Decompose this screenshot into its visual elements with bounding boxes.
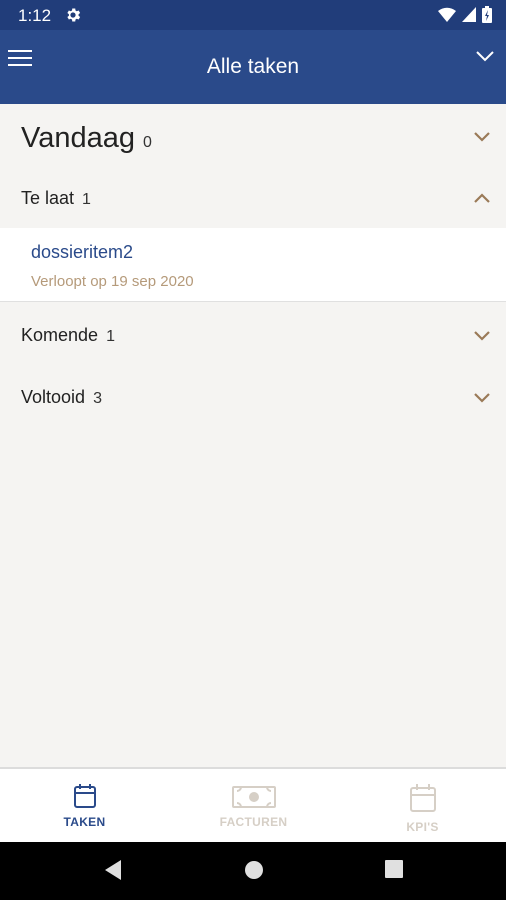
section-today-count: 0 [142, 134, 152, 151]
section-overdue[interactable]: Te laat 1 [0, 168, 506, 228]
nav-tab-taken-label: TAKEN [63, 815, 106, 829]
status-bar: 1:12 [0, 0, 506, 30]
nav-tab-kpis-label: KPI'S [406, 820, 439, 834]
section-today-title: Vandaag 0 [21, 122, 152, 154]
battery-icon [482, 6, 492, 23]
chevron-down-icon [474, 331, 490, 341]
signal-icon [462, 7, 476, 22]
bottom-navigation: TAKEN FACTUREN KPI'S [0, 767, 506, 842]
app-bar: Alle taken [0, 30, 506, 104]
section-overdue-title: Te laat 1 [21, 188, 91, 208]
wifi-icon [438, 7, 456, 22]
banknote-icon [231, 786, 276, 808]
home-icon[interactable] [243, 859, 265, 881]
calendar-icon [409, 784, 436, 812]
nav-tab-facturen-label: FACTUREN [219, 815, 288, 829]
section-today[interactable]: Vandaag 0 [0, 104, 506, 168]
chevron-up-icon [474, 193, 490, 203]
chevron-down-icon [474, 132, 490, 142]
section-completed-title: Voltooid 3 [21, 387, 102, 407]
recents-icon[interactable] [384, 859, 404, 879]
back-icon[interactable] [103, 859, 123, 881]
section-upcoming[interactable]: Komende 1 [0, 303, 506, 365]
nav-tab-facturen[interactable]: FACTUREN [169, 769, 338, 842]
page-title: Alle taken [206, 55, 300, 78]
nav-tab-kpis[interactable]: KPI'S [338, 769, 506, 842]
task-name: dossieritem2 [31, 242, 134, 262]
task-due-date: Verloopt op 19 sep 2020 [31, 273, 194, 290]
chevron-down-icon[interactable] [474, 48, 496, 64]
section-upcoming-title: Komende 1 [21, 325, 115, 345]
nav-tab-taken[interactable]: TAKEN [0, 769, 169, 842]
calendar-icon [73, 784, 96, 808]
list-item[interactable]: dossieritem2 Verloopt op 19 sep 2020 [0, 228, 506, 302]
section-upcoming-count: 1 [106, 328, 115, 345]
status-time: 1:12 [18, 6, 52, 25]
settings-gear-icon [67, 8, 81, 22]
section-completed[interactable]: Voltooid 3 [0, 365, 506, 427]
section-completed-count: 3 [93, 390, 102, 407]
chevron-down-icon [474, 393, 490, 403]
task-list: Vandaag 0 Te laat 1 dossieritem2 Verloopt … [0, 104, 506, 767]
system-icons [438, 6, 492, 23]
system-navigation-bar [0, 842, 506, 900]
section-overdue-count: 1 [82, 191, 91, 208]
